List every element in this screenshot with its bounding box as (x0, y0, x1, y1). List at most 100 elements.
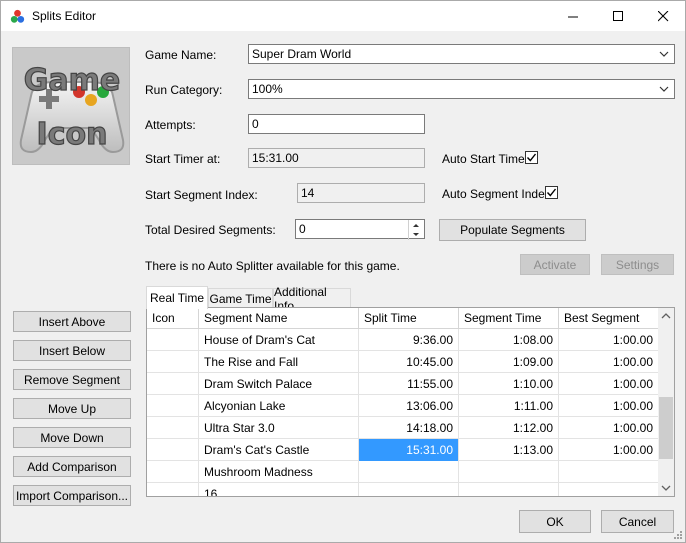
segment-time-cell[interactable] (459, 483, 559, 496)
insert-below-button[interactable]: Insert Below (13, 340, 131, 361)
segment-time-cell[interactable]: 1:09.00 (459, 351, 559, 373)
auto-segment-checkbox[interactable] (545, 186, 558, 199)
row-icon-cell[interactable] (147, 329, 199, 351)
table-row[interactable]: Mushroom Madness (147, 461, 659, 483)
segments-grid[interactable]: Icon Segment Name Split Time Segment Tim… (146, 307, 675, 497)
total-desired-input[interactable]: 0 (295, 219, 425, 239)
best-segment-cell[interactable]: 1:00.00 (559, 329, 659, 351)
split-time-cell[interactable]: 14:18.00 (359, 417, 459, 439)
split-time-cell-selected[interactable]: 15:31.00 (359, 439, 459, 461)
scroll-up-icon[interactable] (661, 311, 671, 321)
checkmark-icon (526, 153, 537, 162)
split-time-cell[interactable] (359, 461, 459, 483)
segment-time-cell[interactable] (459, 461, 559, 483)
row-icon-cell[interactable] (147, 483, 199, 496)
scrollbar-thumb[interactable] (659, 397, 673, 459)
table-row[interactable]: Dram's Cat's Castle 15:31.00 1:13.00 1:0… (147, 439, 659, 461)
minimize-icon (567, 16, 578, 17)
insert-above-button[interactable]: Insert Above (13, 311, 131, 332)
table-row[interactable]: 16 (147, 483, 659, 496)
segment-name-cell[interactable]: Dram's Cat's Castle (199, 439, 359, 461)
table-row[interactable]: House of Dram's Cat 9:36.00 1:08.00 1:00… (147, 329, 659, 351)
row-icon-cell[interactable] (147, 351, 199, 373)
header-best-segment[interactable]: Best Segment (559, 308, 659, 329)
table-row[interactable]: The Rise and Fall 10:45.00 1:09.00 1:00.… (147, 351, 659, 373)
auto-segment-label: Auto Segment Index (442, 187, 551, 201)
row-icon-cell[interactable] (147, 439, 199, 461)
segment-name-cell[interactable]: Dram Switch Palace (199, 373, 359, 395)
move-down-button[interactable]: Move Down (13, 427, 131, 448)
segment-time-cell[interactable]: 1:12.00 (459, 417, 559, 439)
maximize-button[interactable] (595, 1, 641, 31)
game-icon-image[interactable]: Game Icon (12, 47, 130, 165)
tab-real-time[interactable]: Real Time (146, 286, 208, 309)
spin-up-icon[interactable] (409, 221, 423, 230)
segment-time-cell[interactable]: 1:13.00 (459, 439, 559, 461)
header-segment-time[interactable]: Segment Time (459, 308, 559, 329)
segment-name-cell[interactable]: 16 (199, 483, 359, 496)
auto-start-label: Auto Start Timer (442, 152, 529, 166)
row-icon-cell[interactable] (147, 461, 199, 483)
split-time-cell[interactable]: 13:06.00 (359, 395, 459, 417)
best-segment-cell[interactable]: 1:00.00 (559, 417, 659, 439)
close-button[interactable] (640, 1, 686, 31)
row-icon-cell[interactable] (147, 395, 199, 417)
best-segment-cell[interactable] (559, 461, 659, 483)
controller-icon: Game Icon (19, 62, 125, 154)
minimize-button[interactable] (550, 1, 596, 31)
add-comparison-button[interactable]: Add Comparison (13, 456, 131, 477)
ok-button[interactable]: OK (519, 510, 591, 533)
activate-button[interactable]: Activate (520, 254, 590, 275)
segment-name-cell[interactable]: The Rise and Fall (199, 351, 359, 373)
auto-start-checkbox[interactable] (525, 151, 538, 164)
run-category-combo[interactable]: 100% (248, 79, 675, 99)
grid-vertical-scrollbar[interactable] (658, 308, 674, 496)
resize-grip-icon[interactable] (672, 529, 683, 540)
spin-down-icon[interactable] (409, 230, 423, 239)
best-segment-cell[interactable]: 1:00.00 (559, 395, 659, 417)
tab-game-time[interactable]: Game Time (208, 288, 273, 308)
tab-additional-info[interactable]: Additional Info (273, 285, 351, 313)
split-time-cell[interactable]: 11:55.00 (359, 373, 459, 395)
total-desired-label: Total Desired Segments: (145, 223, 276, 237)
segment-time-cell[interactable]: 1:10.00 (459, 373, 559, 395)
segment-name-cell[interactable]: Mushroom Madness (199, 461, 359, 483)
import-comparison-button[interactable]: Import Comparison... (13, 485, 131, 506)
run-category-value: 100% (252, 82, 283, 96)
header-split-time[interactable]: Split Time (359, 308, 459, 329)
best-segment-cell[interactable] (559, 483, 659, 496)
total-desired-spinner[interactable] (408, 220, 423, 240)
header-icon[interactable]: Icon (147, 308, 199, 329)
segment-name-cell[interactable]: House of Dram's Cat (199, 329, 359, 351)
start-segment-input[interactable]: 14 (297, 183, 425, 203)
table-row[interactable]: Dram Switch Palace 11:55.00 1:10.00 1:00… (147, 373, 659, 395)
start-timer-input[interactable]: 15:31.00 (248, 148, 425, 168)
split-time-cell[interactable]: 10:45.00 (359, 351, 459, 373)
segment-name-cell[interactable]: Alcyonian Lake (199, 395, 359, 417)
split-time-cell[interactable] (359, 483, 459, 496)
segment-time-cell[interactable]: 1:11.00 (459, 395, 559, 417)
scroll-down-icon[interactable] (661, 483, 671, 493)
remove-segment-button[interactable]: Remove Segment (13, 369, 131, 390)
settings-button[interactable]: Settings (601, 254, 674, 275)
attempts-label: Attempts: (145, 118, 196, 132)
row-icon-cell[interactable] (147, 373, 199, 395)
game-name-combo[interactable]: Super Dram World (248, 44, 675, 64)
start-timer-label: Start Timer at: (145, 152, 221, 166)
header-segment-name[interactable]: Segment Name (199, 308, 359, 329)
best-segment-cell[interactable]: 1:00.00 (559, 373, 659, 395)
best-segment-cell[interactable]: 1:00.00 (559, 351, 659, 373)
best-segment-cell[interactable]: 1:00.00 (559, 439, 659, 461)
segment-name-cell[interactable]: Ultra Star 3.0 (199, 417, 359, 439)
grid-body: House of Dram's Cat 9:36.00 1:08.00 1:00… (147, 329, 659, 496)
table-row[interactable]: Alcyonian Lake 13:06.00 1:11.00 1:00.00 (147, 395, 659, 417)
table-row[interactable]: Ultra Star 3.0 14:18.00 1:12.00 1:00.00 (147, 417, 659, 439)
split-time-cell[interactable]: 9:36.00 (359, 329, 459, 351)
row-icon-cell[interactable] (147, 417, 199, 439)
cancel-button[interactable]: Cancel (601, 510, 674, 533)
segment-time-cell[interactable]: 1:08.00 (459, 329, 559, 351)
attempts-input[interactable]: 0 (248, 114, 425, 134)
move-up-button[interactable]: Move Up (13, 398, 131, 419)
splits-editor-window: Splits Editor Game Icon Game Name: Super… (0, 0, 686, 543)
populate-segments-button[interactable]: Populate Segments (439, 219, 586, 241)
